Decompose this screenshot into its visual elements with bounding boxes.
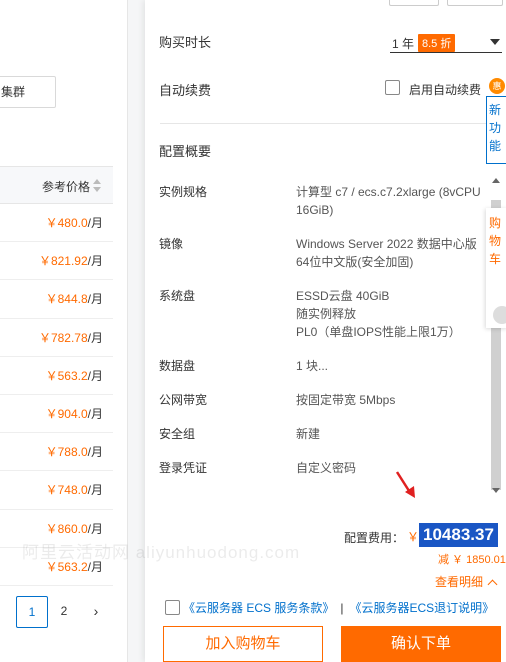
spec-value: 自定义密码 — [296, 461, 357, 475]
help-icon[interactable] — [493, 306, 506, 324]
row-price: ￥ — [45, 521, 58, 536]
view-details-label: 查看明细 — [435, 575, 484, 589]
row-unit: /月 — [87, 406, 103, 421]
top-option-box[interactable] — [447, 0, 503, 6]
row-price: ￥ — [45, 483, 58, 498]
order-footer: 配置费用： ￥ 10483.37 减 ￥ 1850.01 查看明细 《云服务器 … — [145, 498, 506, 662]
row-price-value: 480.0 — [57, 216, 88, 230]
top-option-box[interactable] — [389, 0, 439, 6]
view-details-link[interactable]: 查看明细 — [435, 573, 498, 590]
duration-select[interactable]: 1 年 8.5 折 — [390, 31, 502, 53]
row-price-value: 860.0 — [57, 521, 88, 536]
table-row[interactable]: ￥821.92/月 — [0, 242, 113, 281]
red-arrow-icon — [395, 471, 415, 498]
row-price: ￥ — [45, 406, 58, 421]
filter-input[interactable]: 集群 — [0, 76, 56, 108]
config-summary-title: 配置概要 — [159, 144, 212, 159]
chevron-down-icon[interactable] — [490, 39, 500, 45]
row-price-value: 748.0 — [57, 483, 88, 498]
auto-renew-checkbox[interactable] — [385, 80, 400, 95]
row-price-value: 563.2 — [57, 368, 88, 383]
table-row[interactable]: ￥782.78/月 — [0, 319, 113, 357]
terms-links: 《云服务器 ECS 服务条款》 | 《云服务器ECS退订说明》 — [183, 599, 494, 616]
row-price: ￥ — [45, 445, 58, 460]
cart-widget[interactable]: 购物车 — [486, 208, 506, 328]
row-price-value: 821.92 — [50, 254, 88, 269]
spec-key: 系统盘 — [159, 289, 196, 303]
spec-value: 1 块... — [296, 359, 329, 373]
new-feature-widget[interactable]: 新功能 — [486, 96, 506, 164]
fee-currency: ￥ — [407, 530, 420, 544]
row-unit: /月 — [87, 445, 103, 460]
chevron-up-icon — [487, 579, 498, 590]
table-row[interactable]: ￥788.0/月 — [0, 433, 113, 472]
spec-key: 登录凭证 — [159, 461, 208, 475]
sort-icon[interactable] — [93, 179, 101, 193]
spec-value: Windows Server 2022 数据中心版 64位中文版(安全加固) — [296, 237, 477, 269]
terms-checkbox[interactable] — [165, 600, 180, 615]
terms-separator: | — [340, 601, 344, 615]
spec-value: ESSD云盘 40GiB 随实例释放 PL0（单盘IOPS性能上限1万） — [296, 289, 461, 339]
spec-key: 数据盘 — [159, 359, 196, 373]
discount-badge: 8.5 折 — [418, 34, 456, 52]
page-2-button[interactable]: 2 — [48, 596, 80, 628]
row-price-value: 844.8 — [57, 292, 88, 307]
fee-amount: 10483.37 — [419, 523, 498, 547]
watermark: 阿里云活动网 aliyunhuodong.com — [22, 543, 301, 562]
table-header: 参考价格 — [0, 166, 113, 204]
row-price: ￥ — [38, 330, 51, 345]
row-unit: /月 — [87, 216, 103, 230]
divider — [160, 123, 506, 124]
row-price-value: 782.78 — [50, 330, 88, 345]
row-unit: /月 — [87, 483, 103, 498]
duration-value: 1 年 — [392, 37, 415, 51]
confirm-order-button[interactable]: 确认下单 — [341, 626, 501, 662]
spec-key: 实例规格 — [159, 185, 208, 199]
table-row[interactable]: ￥844.8/月 — [0, 280, 113, 319]
ecs-terms-link[interactable]: 《云服务器 ECS 服务条款》 — [183, 601, 334, 615]
scroll-down-icon[interactable] — [492, 488, 500, 493]
row-price: ￥ — [45, 368, 58, 383]
table-row[interactable]: ￥563.2/月 — [0, 357, 113, 395]
table-row[interactable]: ￥904.0/月 — [0, 395, 113, 434]
spec-value: 计算型 c7 / ecs.c7.2xlarge (8vCPU 16GiB) — [296, 185, 481, 217]
page-1-button[interactable]: 1 — [16, 596, 48, 628]
next-page-icon[interactable]: › — [80, 596, 112, 628]
spec-value: 按固定带宽 5Mbps — [296, 393, 396, 407]
duration-label: 购买时长 — [159, 35, 212, 50]
cart-widget-label: 购物车 — [489, 216, 502, 266]
row-price-value: 788.0 — [57, 445, 88, 460]
scroll-up-icon[interactable] — [492, 178, 500, 183]
row-price: ￥ — [38, 254, 51, 269]
promo-badge-icon: 惠 — [489, 78, 505, 94]
fee-savings: 减 ￥ 1850.01 — [438, 554, 506, 566]
row-price-value: 904.0 — [57, 406, 88, 421]
spec-key: 镜像 — [159, 237, 184, 251]
price-rows: ￥480.0/月 ￥821.92/月 ￥844.8/月 ￥782.78/月 ￥563.2… — [0, 204, 113, 586]
row-unit: /月 — [87, 368, 103, 383]
auto-renew-option-label[interactable]: 启用自动续费 — [409, 81, 481, 98]
spec-value: 新建 — [296, 427, 321, 441]
row-price: ￥ — [45, 292, 58, 307]
row-unit: /月 — [87, 521, 103, 536]
spec-key: 安全组 — [159, 427, 196, 441]
row-unit: /月 — [87, 254, 103, 269]
spec-key: 公网带宽 — [159, 393, 208, 407]
fee-label: 配置费用： — [344, 531, 405, 545]
row-unit: /月 — [87, 330, 103, 345]
row-price: ￥ — [45, 216, 58, 230]
auto-renew-label: 自动续费 — [159, 83, 212, 98]
row-unit: /月 — [87, 292, 103, 307]
price-column-header[interactable]: 参考价格 — [42, 178, 90, 195]
table-row[interactable]: ￥480.0/月 — [0, 204, 113, 243]
table-row[interactable]: ￥748.0/月 — [0, 471, 113, 510]
ecs-refund-link[interactable]: 《云服务器ECS退订说明》 — [349, 601, 494, 615]
add-to-cart-button[interactable]: 加入购物车 — [163, 626, 323, 662]
